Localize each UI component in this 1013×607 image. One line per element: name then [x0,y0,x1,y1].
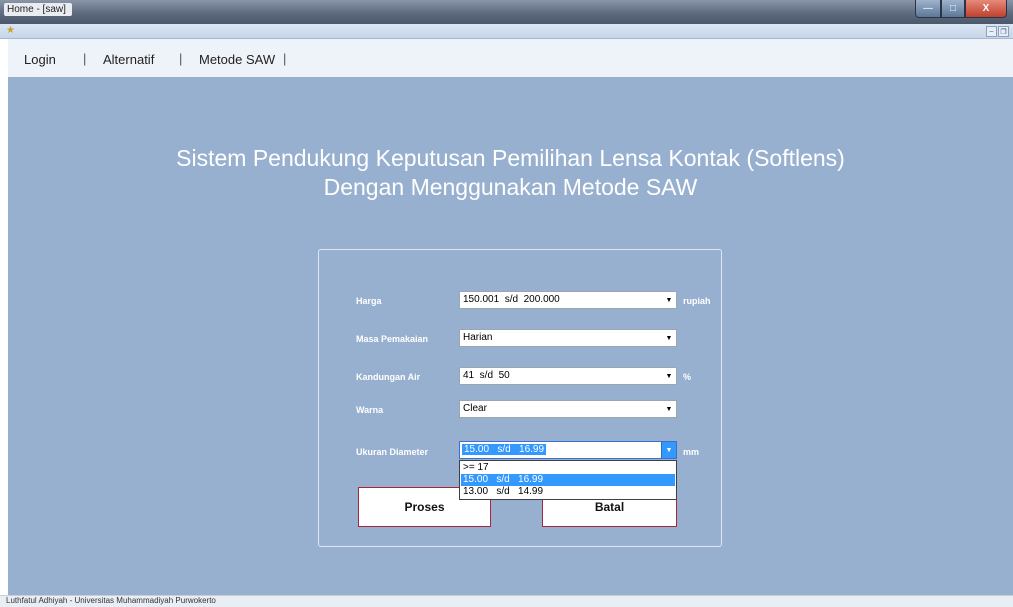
chevron-down-icon: ▼ [665,296,673,304]
window-title-bar[interactable]: Home - [saw] [0,0,1013,24]
menu-separator: | [179,51,183,66]
page-title-line-1: Sistem Pendukung Keputusan Pemilihan Len… [176,145,845,171]
masa-pemakaian-value: Harian [463,332,493,343]
harga-select[interactable]: 150.001 s/d 200.000 ▼ [459,291,677,309]
mdi-minimize-button[interactable]: – [986,26,997,37]
menu-bar: Login | Alternatif | Metode SAW | [8,39,1013,77]
dropdown-option[interactable]: 13.00 s/d 14.99 [461,486,675,498]
menu-item-metode-saw[interactable]: Metode SAW [199,52,275,67]
menu-separator: | [83,51,87,66]
ukuran-diameter-value: 15.00 s/d 16.99 [462,444,547,455]
ukuran-diameter-label: Ukuran Diameter [356,447,429,457]
page-title-line-2: Dengan Menggunakan Metode SAW [323,174,698,200]
masa-pemakaian-select[interactable]: Harian ▼ [459,329,677,347]
menu-separator: | [283,51,287,66]
batal-button-label: Batal [594,500,625,514]
warna-select[interactable]: Clear ▼ [459,400,677,418]
kandungan-air-value: 41 s/d 50 [463,370,510,381]
kandungan-air-unit: % [683,372,692,382]
maximize-icon: □ [949,3,957,14]
kandungan-air-select[interactable]: 41 s/d 50 ▼ [459,367,677,385]
chevron-down-icon: ▼ [665,372,673,380]
close-button[interactable]: X [965,0,1007,18]
minimize-button[interactable]: — [915,0,941,18]
mdi-strip [0,24,1013,39]
dropdown-option-selected[interactable]: 15.00 s/d 16.99 [461,474,675,486]
chevron-down-icon[interactable]: ▼ [661,442,676,458]
menu-item-login[interactable]: Login [24,52,56,67]
page-title: Sistem Pendukung Keputusan Pemilihan Len… [8,144,1013,202]
harga-unit: rupiah [683,296,711,306]
ukuran-diameter-dropdown-list: >= 17 15.00 s/d 16.99 13.00 s/d 14.99 [459,460,677,500]
chevron-down-icon: ▼ [665,405,673,413]
window-controls: — □ X [915,0,1007,18]
chevron-down-icon: ▼ [665,334,673,342]
ukuran-diameter-unit: mm [683,447,700,457]
warna-value: Clear [463,403,487,414]
minimize-icon: — [923,3,933,14]
warna-label: Warna [356,405,384,415]
menu-item-alternatif[interactable]: Alternatif [103,52,154,67]
maximize-button[interactable]: □ [941,0,965,18]
window-title: Home - [saw] [4,3,72,16]
mdi-child-controls: – ❐ [986,26,1009,37]
harga-value: 150.001 s/d 200.000 [463,294,560,305]
status-text: Luthfatul Adhiyah - Universitas Muhammad… [6,596,216,605]
masa-pemakaian-label: Masa Pemakaian [356,334,429,344]
proses-button-label: Proses [404,500,445,514]
dropdown-option[interactable]: >= 17 [461,462,675,474]
close-icon: X [982,3,990,14]
ukuran-diameter-select[interactable]: 15.00 s/d 16.99 ▼ [459,441,677,459]
mdi-restore-button[interactable]: ❐ [998,26,1009,37]
kandungan-air-label: Kandungan Air [356,372,421,382]
app-icon[interactable]: ★ [6,25,15,36]
harga-label: Harga [356,296,382,306]
